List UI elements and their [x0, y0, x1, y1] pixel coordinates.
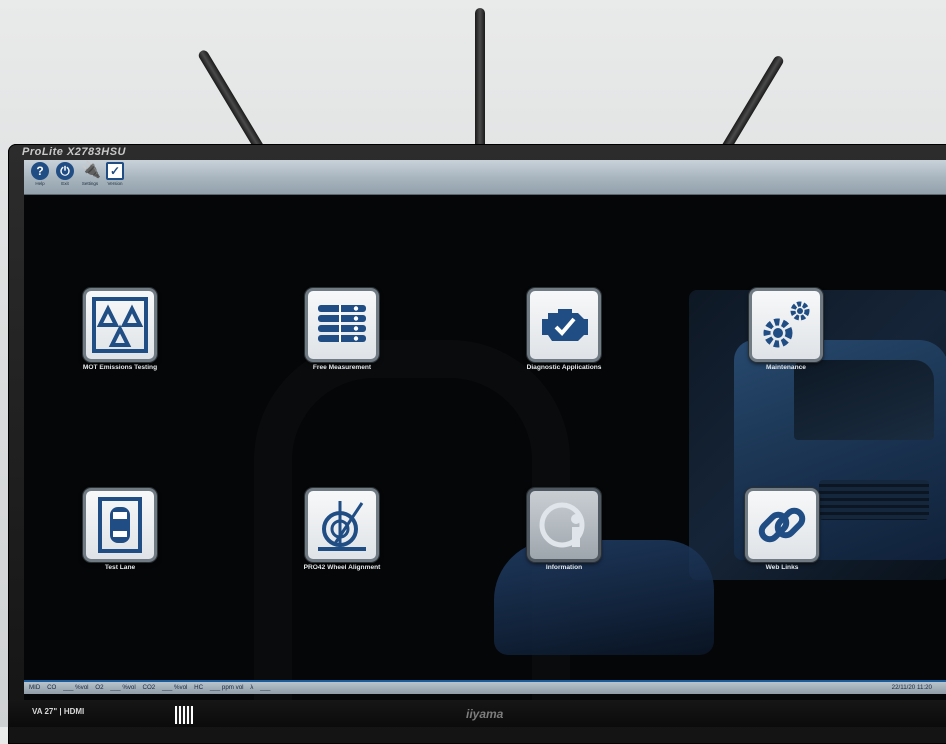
tile-label: Maintenance [766, 364, 806, 371]
monitor-model: ProLite X2783HSU [22, 146, 126, 158]
list-toggles-icon [305, 288, 379, 362]
antenna-middle [475, 8, 485, 150]
exit-label: Exit [61, 181, 69, 186]
status-hc-value: ___ ppm vol [209, 684, 244, 691]
tile-test-lane[interactable]: Test Lane [50, 488, 190, 571]
qr-code-icon [175, 706, 193, 724]
status-co2-label: CO2 [142, 684, 156, 691]
status-lambda-value: ___ [260, 684, 271, 691]
version-label: Version [107, 181, 123, 186]
help-label: Help [35, 181, 45, 186]
power-icon: ⏻ [56, 162, 74, 180]
version-button[interactable]: ✓ Version [104, 162, 126, 186]
tile-web-links[interactable]: Web Links [712, 488, 852, 571]
status-o2-label: O2 [95, 684, 104, 691]
wheel-alignment-icon [305, 488, 379, 562]
mot-triangles-icon [83, 288, 157, 362]
tile-wheel-alignment[interactable]: PRO42 Wheel Alignment [272, 488, 412, 571]
status-co2-value: ___ %vol [161, 684, 188, 691]
tile-label: Free Measurement [312, 364, 372, 371]
settings-label: Settings [81, 181, 99, 186]
status-hc-label: HC [194, 684, 204, 691]
tile-label: Test Lane [104, 564, 136, 571]
tile-mot-emissions[interactable]: MOT Emissions Testing [50, 288, 190, 371]
settings-button[interactable]: 🔌 Settings [79, 162, 101, 186]
tile-maintenance[interactable]: Maintenance [716, 288, 856, 371]
exit-button[interactable]: ⏻ Exit [54, 162, 76, 186]
plug-icon: 🔌 [81, 162, 101, 179]
tile-label: Diagnostic Applications [526, 364, 602, 371]
tile-label: MOT Emissions Testing [82, 364, 158, 371]
status-datetime: 22/11/20 11:20 [891, 684, 932, 691]
chain-link-icon [745, 488, 819, 562]
status-bar: MID CO ___ %vol O2 ___ %vol CO2 ___ %vol… [24, 680, 946, 694]
tile-label: Information [545, 564, 583, 571]
app-screen: ? Help ⏻ Exit 🔌 Settings ✓ Version MOT E… [24, 160, 946, 700]
status-o2-value: ___ %vol [110, 684, 136, 691]
status-co-label: CO [47, 684, 57, 691]
info-icon [527, 488, 601, 562]
bezel-info: VA 27" | HDMI [32, 707, 85, 716]
tile-information[interactable]: Information [494, 488, 634, 571]
status-lambda-label: λ [250, 684, 254, 691]
tile-diagnostic-applications[interactable]: Diagnostic Applications [494, 288, 634, 371]
status-mid: MID [29, 684, 41, 691]
tile-label: PRO42 Wheel Alignment [303, 564, 381, 571]
tile-free-measurement[interactable]: Free Measurement [272, 288, 412, 371]
help-icon: ? [31, 162, 49, 180]
engine-check-icon [527, 288, 601, 362]
gears-icon [749, 288, 823, 362]
status-co-value: ___ %vol [63, 684, 89, 691]
antenna-left [196, 48, 268, 157]
background-truck-window [794, 360, 934, 440]
help-button[interactable]: ? Help [29, 162, 51, 186]
top-toolbar: ? Help ⏻ Exit 🔌 Settings ✓ Version [24, 160, 946, 195]
car-topview-icon [83, 488, 157, 562]
checkbox-icon: ✓ [106, 162, 124, 180]
tile-label: Web Links [765, 564, 799, 571]
brand-logo: iiyama [466, 707, 504, 721]
